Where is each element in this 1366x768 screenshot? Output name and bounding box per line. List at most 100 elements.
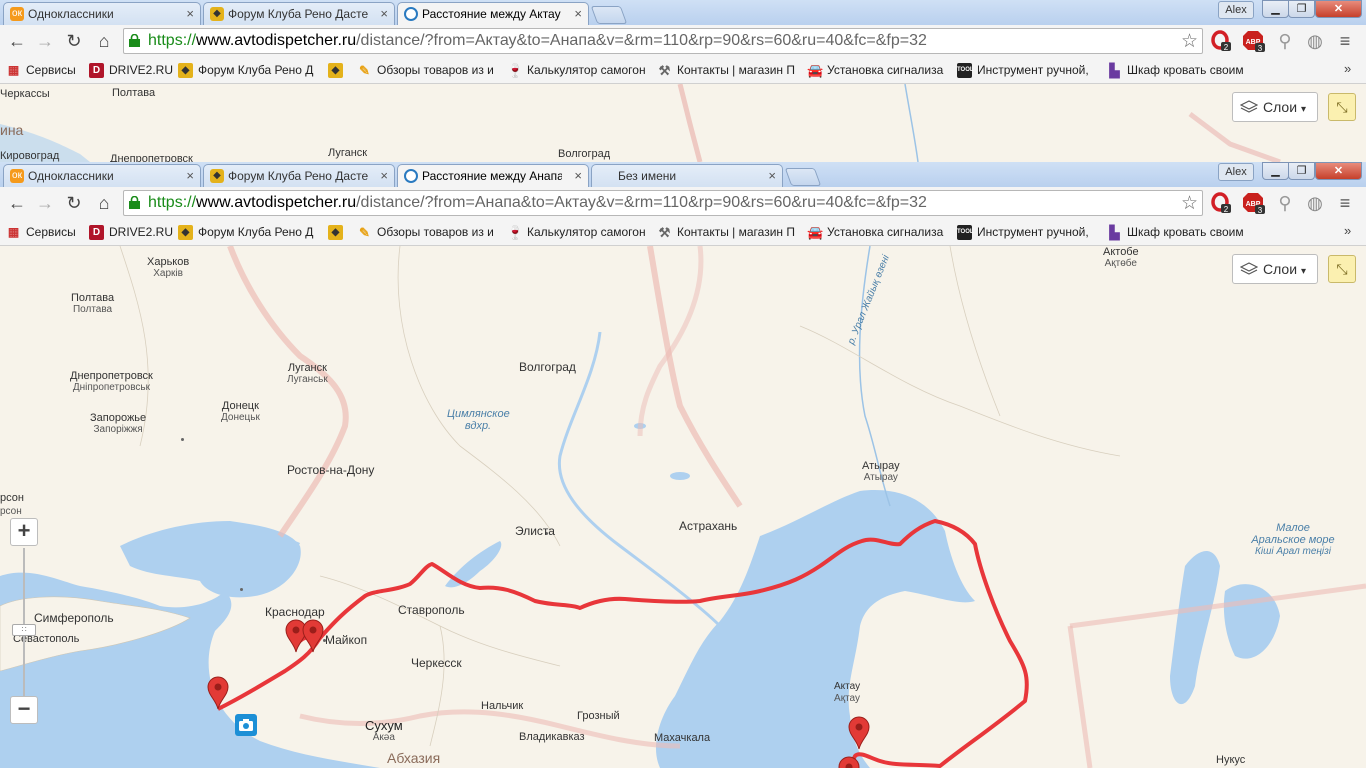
start-marker-icon[interactable] bbox=[207, 676, 229, 710]
bookmark-alarm[interactable]: 🚘 Установка сигнализа bbox=[807, 62, 967, 79]
renault-icon: ◆ bbox=[328, 225, 343, 240]
bookmark-star-icon[interactable]: ☆ bbox=[1181, 30, 1198, 53]
new-tab-button[interactable] bbox=[590, 6, 628, 24]
bookmark-reno-forum[interactable]: ◆ Форум Клуба Рено Д bbox=[178, 224, 338, 241]
maximize-button[interactable]: ❐ bbox=[1288, 162, 1315, 180]
tab-odnoklassniki[interactable]: ок Одноклассники × bbox=[3, 2, 201, 25]
route-marker-icon[interactable] bbox=[302, 619, 324, 653]
address-bar[interactable]: https://www.avtodispetcher.ru/distance/?… bbox=[123, 28, 1203, 54]
search-icon[interactable]: ⚲ bbox=[1274, 30, 1296, 52]
search-icon[interactable]: ⚲ bbox=[1274, 192, 1296, 214]
bookmark-reviews[interactable]: ✎ Обзоры товаров из и bbox=[357, 224, 517, 241]
map-view[interactable]: Харьков Харків Полтава Полтава Днепропетро… bbox=[0, 246, 1366, 768]
tab-odnoklassniki[interactable]: ок Одноклассники × bbox=[3, 164, 201, 187]
renault-icon: ◆ bbox=[328, 63, 343, 78]
forward-arrow-icon[interactable]: → bbox=[33, 191, 57, 215]
end-marker-icon[interactable] bbox=[838, 756, 860, 768]
layers-button[interactable]: Слои ▾ bbox=[1232, 92, 1318, 122]
tab-label: Форум Клуба Рено Дастер bbox=[228, 169, 368, 183]
bookmark-reno-forum[interactable]: ◆ Форум Клуба Рено Д bbox=[178, 62, 338, 79]
reload-icon[interactable]: ↻ bbox=[62, 191, 86, 215]
tab-reno-forum[interactable]: ◆ Форум Клуба Рено Дастер × bbox=[203, 164, 395, 187]
opera-icon[interactable]: 2 bbox=[1210, 192, 1232, 214]
bookmark-furniture[interactable]: ▙ Шкаф кровать своим bbox=[1107, 224, 1267, 241]
zoom-in-button[interactable]: + bbox=[10, 518, 38, 546]
minimize-button[interactable]: ▁ bbox=[1262, 0, 1289, 18]
close-icon[interactable]: × bbox=[380, 165, 388, 187]
bookmark-services[interactable]: ▦ Сервисы bbox=[6, 224, 98, 241]
zoom-control: + ∷ − bbox=[10, 518, 38, 724]
tab-untitled[interactable]: Без имени × bbox=[591, 164, 783, 187]
layers-button[interactable]: Слои ▾ bbox=[1232, 254, 1318, 284]
map-label-kharkov: Харьков Харків bbox=[147, 256, 190, 279]
close-icon[interactable]: × bbox=[574, 3, 582, 25]
close-window-button[interactable]: ✕ bbox=[1315, 0, 1362, 18]
zoom-track[interactable] bbox=[23, 548, 25, 698]
adblock-icon[interactable]: ABP 3 bbox=[1242, 192, 1265, 215]
bookmark-calculator[interactable]: 🍷 Калькулятор самогон bbox=[507, 62, 667, 79]
map-label-aral: Малое Аральское море Кіші Арал теңізі bbox=[1251, 522, 1335, 557]
minimize-button[interactable]: ▁ bbox=[1262, 162, 1289, 180]
close-icon[interactable]: × bbox=[186, 3, 194, 25]
bookmark-alarm[interactable]: 🚘 Установка сигнализа bbox=[807, 224, 967, 241]
camera-icon[interactable] bbox=[235, 714, 257, 736]
bookmark-services[interactable]: ▦ Сервисы bbox=[6, 62, 98, 79]
globe-icon[interactable]: ◍ bbox=[1304, 192, 1326, 214]
close-icon[interactable]: × bbox=[186, 165, 194, 187]
bookmark-contacts[interactable]: ⚒ Контакты | магазин П bbox=[657, 224, 817, 241]
map-label-elista: Элиста bbox=[515, 524, 555, 538]
close-icon[interactable]: × bbox=[380, 3, 388, 25]
user-badge[interactable]: Alex bbox=[1218, 163, 1254, 181]
map-label-vladikavkaz: Владикавказ bbox=[519, 731, 585, 743]
home-icon[interactable]: ⌂ bbox=[92, 29, 116, 53]
menu-icon[interactable]: ≡ bbox=[1334, 192, 1356, 214]
aral-sea bbox=[1170, 551, 1220, 705]
zoom-slider-handle[interactable]: ∷ bbox=[12, 624, 36, 636]
bookmark-reviews[interactable]: ✎ Обзоры товаров из и bbox=[357, 62, 517, 79]
bookmark-tools[interactable]: TOOL Инструмент ручной, bbox=[957, 62, 1117, 79]
bookmark-furniture[interactable]: ▙ Шкаф кровать своим bbox=[1107, 62, 1267, 79]
odnoklassniki-icon: ок bbox=[10, 7, 24, 21]
zoom-out-button[interactable]: − bbox=[10, 696, 38, 724]
user-badge[interactable]: Alex bbox=[1218, 1, 1254, 19]
close-icon[interactable]: × bbox=[574, 165, 582, 187]
bookmark-drive2[interactable]: D DRIVE2.RU bbox=[89, 62, 191, 79]
menu-icon[interactable]: ≡ bbox=[1334, 30, 1356, 52]
home-icon[interactable]: ⌂ bbox=[92, 191, 116, 215]
more-bookmarks-icon[interactable]: » bbox=[1344, 223, 1351, 238]
tab-distance-aktau[interactable]: Расстояние между Актау × bbox=[397, 2, 589, 25]
reload-icon[interactable]: ↻ bbox=[62, 29, 86, 53]
adblock-icon[interactable]: ABP 3 bbox=[1242, 30, 1265, 53]
forward-arrow-icon[interactable]: → bbox=[33, 29, 57, 53]
goblet-icon: 🍷 bbox=[507, 225, 524, 240]
fullscreen-button[interactable]: ⤡ bbox=[1328, 93, 1356, 121]
maximize-button[interactable]: ❐ bbox=[1288, 0, 1315, 18]
close-window-button[interactable]: ✕ bbox=[1315, 162, 1362, 180]
address-bar[interactable]: https://www.avtodispetcher.ru/distance/?… bbox=[123, 190, 1203, 216]
route-marker-icon[interactable] bbox=[848, 716, 870, 750]
bookmark-contacts[interactable]: ⚒ Контакты | магазин П bbox=[657, 62, 817, 79]
new-tab-button[interactable] bbox=[784, 168, 822, 186]
bookmark-drive2[interactable]: D DRIVE2.RU bbox=[89, 224, 191, 241]
tool-icon: TOOL bbox=[957, 225, 974, 240]
bookmark-calculator[interactable]: 🍷 Калькулятор самогон bbox=[507, 224, 667, 241]
map-view[interactable]: Черкассы Полтава ина Луганск Волгоград К… bbox=[0, 84, 1366, 162]
fullscreen-button[interactable]: ⤡ bbox=[1328, 255, 1356, 283]
map-label-abkhazia: Абхазия bbox=[387, 750, 441, 766]
opera-icon[interactable]: 2 bbox=[1210, 30, 1232, 52]
avtodispetcher-icon bbox=[404, 7, 418, 21]
tab-label: Одноклассники bbox=[28, 7, 114, 21]
tab-distance-anapa[interactable]: Расстояние между Анапа × bbox=[397, 164, 589, 187]
close-icon[interactable]: × bbox=[768, 165, 776, 187]
map-label-dnepropetrovsk: Днепропетровск Дніпропетровськ bbox=[70, 370, 153, 393]
browser-window-back: ок Одноклассники × ◆ Форум Клуба Рено Да… bbox=[0, 0, 1366, 162]
city-dot bbox=[240, 588, 243, 591]
back-arrow-icon[interactable]: ← bbox=[5, 191, 29, 215]
bookmark-star-icon[interactable]: ☆ bbox=[1181, 192, 1198, 215]
bookmarks-bar: ▦ Сервисы D DRIVE2.RU ◆ Форум Клуба Рено Д … bbox=[0, 58, 1366, 84]
globe-icon[interactable]: ◍ bbox=[1304, 30, 1326, 52]
back-arrow-icon[interactable]: ← bbox=[5, 29, 29, 53]
tab-reno-forum[interactable]: ◆ Форум Клуба Рено Дастер × bbox=[203, 2, 395, 25]
bookmark-tools[interactable]: TOOL Инструмент ручной, bbox=[957, 224, 1117, 241]
more-bookmarks-icon[interactable]: » bbox=[1344, 61, 1351, 76]
